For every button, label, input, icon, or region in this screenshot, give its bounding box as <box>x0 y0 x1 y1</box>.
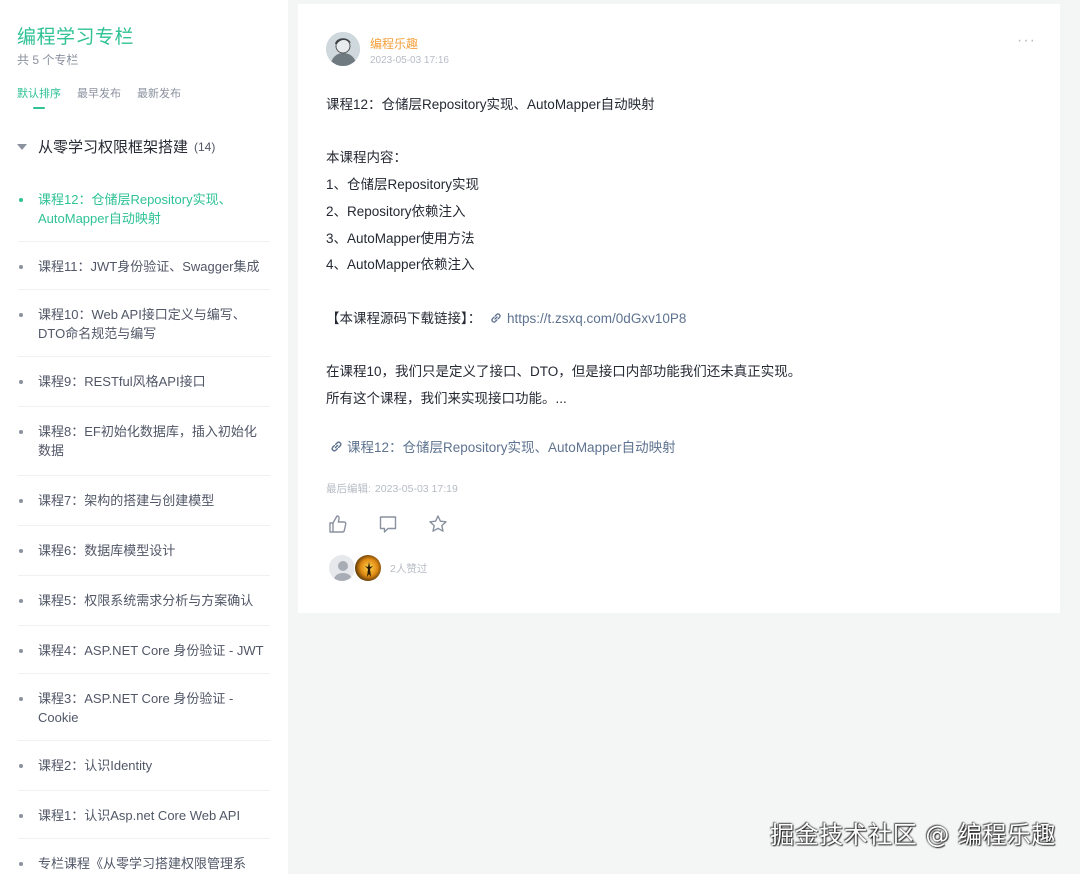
last-edited: 最后编辑: 2023-05-03 17:19 <box>326 481 458 496</box>
content-paragraph: 在课程10，我们只是定义了接口、DTO，但是接口内部功能我们还未真正实现。 <box>326 363 802 379</box>
like-icon[interactable] <box>327 513 349 535</box>
lesson-item[interactable]: 课程11：JWT身份验证、Swagger集成 <box>0 257 288 276</box>
lesson-item[interactable]: 课程5：权限系统需求分析与方案确认 <box>0 591 288 610</box>
source-url: https://t.zsxq.com/0dGxv10P8 <box>507 310 687 326</box>
content-item: 1、仓储层Repository实现 <box>326 177 480 193</box>
link-icon <box>331 441 342 451</box>
lesson-item[interactable]: 课程8：EF初始化数据库，插入初始化数据 <box>0 422 288 460</box>
lesson-item[interactable]: 课程2：认识Identity <box>0 756 288 775</box>
column-group-name: 从零学习权限框架搭建 <box>38 139 189 156</box>
sort-tabs: 默认排序 最早发布 最新发布 <box>17 85 181 109</box>
last-edited-label: 最后编辑: <box>326 483 371 495</box>
lesson-list: 课程12：仓储层Repository实现、AutoMapper自动映射课程11：… <box>0 190 288 873</box>
last-edited-time: 2023-05-03 17:19 <box>374 483 458 495</box>
sort-tab-earliest[interactable]: 最早发布 <box>77 85 121 109</box>
lesson-item[interactable]: 课程6：数据库模型设计 <box>0 541 288 560</box>
post-time: 2023-05-03 17:16 <box>370 55 449 66</box>
sidebar-subtitle: 共 5 个专栏 <box>17 53 79 67</box>
column-sidebar: 编程学习专栏 共 5 个专栏 默认排序 最早发布 最新发布 从零学习权限框架搭建… <box>0 0 288 874</box>
source-line: 【本课程源码下载链接】： https://t.zsxq.com/0dGxv10P… <box>326 306 1026 333</box>
post-actions <box>327 513 449 535</box>
sidebar-title: 编程学习专栏 <box>17 27 135 48</box>
content-paragraph: 所有这个课程，我们来实现接口功能。... <box>326 390 567 406</box>
lesson-item[interactable]: 专栏课程《从零学习搭建权限管理系 <box>0 854 288 873</box>
liker-avatar[interactable] <box>328 554 356 582</box>
source-download-link[interactable]: https://t.zsxq.com/0dGxv10P8 <box>485 311 686 326</box>
likers-row: 2人赞过 <box>328 554 427 582</box>
lesson-item[interactable]: 课程12：仓储层Repository实现、AutoMapper自动映射 <box>0 190 288 228</box>
article-link-text: 课程12：仓储层Repository实现、AutoMapper自动映射 <box>347 440 676 455</box>
lesson-item[interactable]: 课程10：Web API接口定义与编写、DTO命名规范与编写 <box>0 305 288 343</box>
author-avatar[interactable] <box>326 32 360 66</box>
star-icon[interactable] <box>427 513 449 535</box>
watermark: 掘金技术社区 @ 编程乐趣 <box>770 821 1056 849</box>
column-group-toggle[interactable]: 从零学习权限框架搭建 (14) <box>17 136 215 157</box>
collapse-triangle-icon <box>17 144 27 150</box>
likes-count: 2人赞过 <box>390 562 428 575</box>
lesson-item[interactable]: 课程9：RESTful风格API接口 <box>0 372 288 391</box>
more-options-icon[interactable]: ··· <box>1017 33 1036 49</box>
author-name[interactable]: 编程乐趣 <box>370 35 418 52</box>
sort-tab-default[interactable]: 默认排序 <box>17 85 61 109</box>
link-icon <box>491 312 501 323</box>
content-item: 4、AutoMapper依赖注入 <box>326 257 475 273</box>
source-label: 【本课程源码下载链接】： <box>326 310 482 326</box>
lesson-item[interactable]: 课程3：ASP.NET Core 身份验证 - Cookie <box>0 689 288 727</box>
lesson-item[interactable]: 课程4：ASP.NET Core 身份验证 - JWT <box>0 641 288 660</box>
comment-icon[interactable] <box>377 513 399 535</box>
column-group-count: (14) <box>194 139 216 154</box>
content-item: 3、AutoMapper使用方法 <box>326 230 475 246</box>
liker-avatar[interactable] <box>354 554 382 582</box>
post-card: 编程乐趣 2023-05-03 17:16 ··· 课程12：仓储层Reposi… <box>298 4 1060 613</box>
lesson-item[interactable]: 课程7：架构的搭建与创建模型 <box>0 491 288 510</box>
sort-tab-latest[interactable]: 最新发布 <box>137 85 181 109</box>
content-intro: 本课程内容： <box>326 150 407 166</box>
post-title-line: 课程12：仓储层Repository实现、AutoMapper自动映射 <box>326 97 655 112</box>
lesson-item[interactable]: 课程1：认识Asp.net Core Web API <box>0 806 288 825</box>
content-item: 2、Repository依赖注入 <box>326 203 466 219</box>
post-content: 课程12：仓储层Repository实现、AutoMapper自动映射 本课程内… <box>326 92 1026 412</box>
article-link[interactable]: 课程12：仓储层Repository实现、AutoMapper自动映射 <box>329 436 676 456</box>
